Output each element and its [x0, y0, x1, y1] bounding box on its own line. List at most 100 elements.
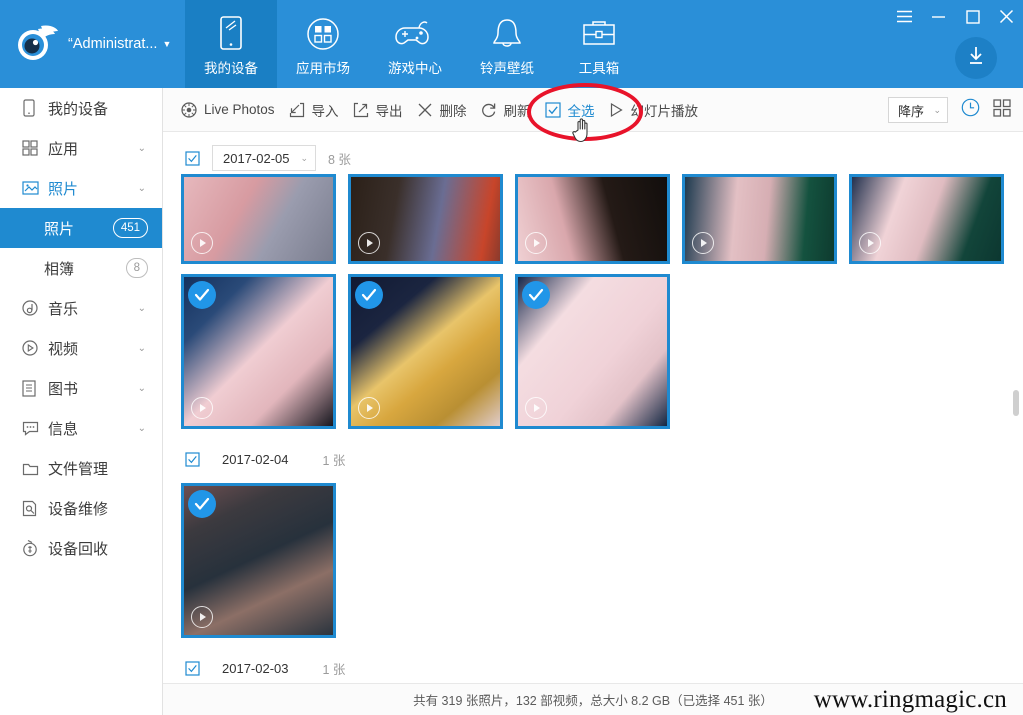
sidebar-item-videos[interactable]: 视频 ⌄ — [0, 328, 162, 368]
thumbnail-item[interactable] — [682, 174, 837, 264]
group-checkbox[interactable] — [185, 150, 200, 166]
app-window: “Administrat... ▼ 我的设备 应用市场 游戏中心 铃声壁纸 工具… — [0, 0, 1023, 715]
nav-tab-label: 应用市场 — [296, 61, 350, 76]
video-icon — [22, 340, 46, 356]
sidebar-item-label: 文件管理 — [48, 460, 109, 478]
video-play-icon — [358, 232, 380, 254]
video-play-icon — [525, 397, 547, 419]
window-controls — [896, 8, 1015, 25]
thumbnail-grid — [163, 174, 1023, 429]
chevron-down-icon: ⌄ — [137, 142, 146, 154]
nav-tab-ringtone-wallpaper[interactable]: 铃声壁纸 — [461, 0, 553, 88]
date-label: 2017-02-05 — [223, 150, 290, 166]
vertical-scrollbar[interactable] — [1013, 390, 1019, 416]
video-play-icon — [191, 606, 213, 628]
sidebar-subitem-label: 照片 — [44, 220, 75, 238]
device-icon — [22, 99, 46, 117]
status-badge: 8 — [125, 258, 148, 278]
watermark: www.ringmagic.cn — [813, 686, 1007, 713]
download-button[interactable] — [955, 37, 997, 79]
selected-check-icon — [188, 490, 216, 518]
status-badge: 451 — [112, 218, 148, 238]
sidebar-item-apps[interactable]: 应用 ⌄ — [0, 128, 162, 168]
sidebar-item-label: 图书 — [48, 380, 79, 398]
minimize-icon[interactable] — [930, 8, 947, 25]
date-group-header: 2017-02-03 1 张 — [163, 652, 1023, 683]
close-icon[interactable] — [998, 8, 1015, 25]
thumbnail-item[interactable] — [515, 174, 670, 264]
chevron-down-icon: ⌄ — [137, 302, 146, 314]
nav-tab-my-device[interactable]: 我的设备 — [185, 0, 277, 88]
thumbnail-item[interactable] — [515, 274, 670, 429]
video-play-icon — [692, 232, 714, 254]
toolbar-live-photos-button[interactable]: Live Photos — [181, 101, 275, 118]
sidebar-item-label: 我的设备 — [48, 100, 109, 118]
main-nav-tabs: 我的设备 应用市场 游戏中心 铃声壁纸 工具箱 — [185, 0, 645, 88]
chevron-down-icon: ⌄ — [137, 342, 146, 354]
sidebar-item-label: 音乐 — [48, 300, 79, 318]
sidebar-item-my-device[interactable]: 我的设备 — [0, 88, 162, 128]
video-play-icon — [191, 397, 213, 419]
nav-tab-game-center[interactable]: 游戏中心 — [369, 0, 461, 88]
maximize-icon[interactable] — [964, 8, 981, 25]
chevron-down-icon: ⌄ — [137, 182, 146, 194]
thumbnail-item[interactable] — [181, 174, 336, 264]
nav-tab-toolbox[interactable]: 工具箱 — [553, 0, 645, 88]
sidebar-item-photos[interactable]: 照片 ⌄ — [0, 168, 162, 208]
sidebar-subitem-photos[interactable]: 照片 451 — [0, 208, 162, 248]
thumbnail-grid — [163, 483, 1023, 638]
toolbar-import-button[interactable]: 导入 — [289, 100, 339, 120]
status-text: 共有 319 张照片，132 部视频，总大小 8.2 GB（已选择 451 张） — [413, 694, 773, 708]
toolbar-slideshow-button[interactable]: 幻灯片播放 — [609, 100, 698, 120]
toolbar-refresh-button[interactable]: 刷新 — [481, 100, 531, 120]
group-checkbox[interactable] — [185, 451, 200, 467]
photos-toolbar: Live Photos 导入 导出 删除 刷新 全选 幻灯片播放 降序 ⌄ — [163, 88, 1023, 132]
group-checkbox[interactable] — [185, 660, 200, 676]
brand-area: “Administrat... ▼ — [0, 0, 185, 88]
sidebar-item-file-manager[interactable]: 文件管理 — [0, 448, 162, 488]
thumbnail-item[interactable] — [181, 483, 336, 638]
toolbar-delete-button[interactable]: 删除 — [417, 100, 467, 120]
group-count: 1 张 — [322, 453, 346, 468]
refresh-icon — [481, 102, 497, 118]
thumbnail-item[interactable] — [849, 174, 1004, 264]
chevron-down-icon: ⌄ — [933, 104, 941, 115]
sort-order-value: 降序 — [898, 103, 925, 119]
thumbnail-item[interactable] — [181, 274, 336, 429]
sidebar-item-music[interactable]: 音乐 ⌄ — [0, 288, 162, 328]
thumbnail-item[interactable] — [348, 174, 503, 264]
thumbnail-item[interactable] — [348, 274, 503, 429]
delete-x-icon — [417, 102, 433, 118]
toolbar-select-all-button[interactable]: 全选 — [544, 100, 595, 120]
sidebar-item-messages[interactable]: 信息 ⌄ — [0, 408, 162, 448]
sidebar-subitem-albums[interactable]: 相簿 8 — [0, 248, 162, 288]
toolbar-right-controls: 降序 ⌄ — [888, 88, 1011, 132]
nav-tab-app-market[interactable]: 应用市场 — [277, 0, 369, 88]
sort-by-time-button[interactable] — [961, 98, 980, 122]
caret-down-icon: ▼ — [162, 38, 172, 49]
toolbar-item-label: 导出 — [375, 103, 403, 119]
sidebar-item-books[interactable]: 图书 ⌄ — [0, 368, 162, 408]
group-count: 8 张 — [328, 152, 351, 167]
title-bar: “Administrat... ▼ 我的设备 应用市场 游戏中心 铃声壁纸 工具… — [0, 0, 1023, 88]
sidebar-item-device-repair[interactable]: 设备维修 — [0, 488, 162, 528]
photo-grid-area[interactable]: 2017-02-05 ⌄ 8 张 2017-02-04 1 张 2017-02-… — [163, 132, 1023, 683]
message-icon — [22, 421, 46, 436]
bell-icon — [489, 12, 525, 56]
sort-order-select[interactable]: 降序 ⌄ — [888, 97, 948, 123]
hamburger-icon[interactable] — [896, 8, 913, 25]
nav-tab-label: 游戏中心 — [388, 61, 442, 76]
sidebar-item-device-recycle[interactable]: 设备回收 — [0, 528, 162, 568]
sidebar-subitem-label: 相簿 — [44, 260, 75, 278]
date-dropdown[interactable]: 2017-02-05 ⌄ — [212, 145, 316, 171]
toolbar-item-label: 删除 — [439, 103, 467, 119]
toolbar-export-button[interactable]: 导出 — [353, 100, 403, 120]
account-menu[interactable]: “Administrat... ▼ — [68, 36, 171, 52]
date-label: 2017-02-04 — [222, 451, 289, 467]
grid-view-button[interactable] — [993, 98, 1011, 122]
nav-tab-label: 铃声壁纸 — [480, 61, 534, 76]
chevron-down-icon: ⌄ — [137, 422, 146, 434]
video-play-icon — [191, 232, 213, 254]
date-group-header: 2017-02-04 1 张 — [163, 443, 1023, 475]
toolbar-item-label: Live Photos — [204, 102, 275, 117]
